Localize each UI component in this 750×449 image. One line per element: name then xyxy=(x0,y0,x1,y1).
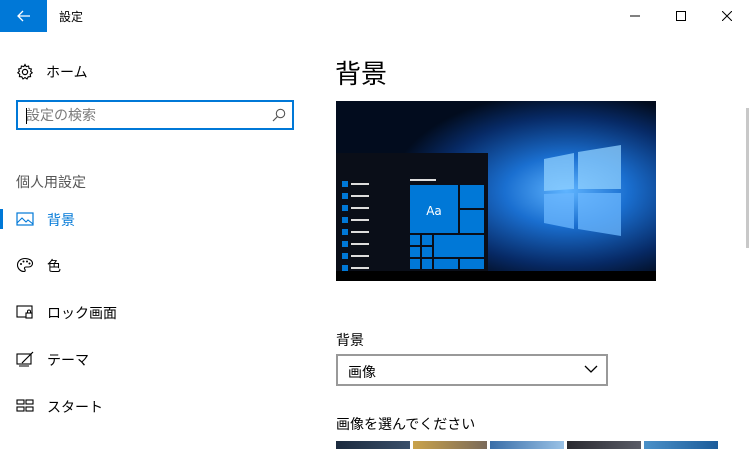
minimize-button[interactable] xyxy=(612,0,658,32)
picture-thumbnail[interactable] xyxy=(644,441,718,449)
sidebar-item-color[interactable]: 色 xyxy=(0,245,316,285)
minimize-icon xyxy=(630,15,640,17)
lock-screen-icon xyxy=(16,305,33,319)
sidebar-item-label: テーマ xyxy=(47,353,89,369)
background-preview: Aa xyxy=(336,101,656,281)
search-icon[interactable] xyxy=(272,108,286,122)
picture-thumbnail[interactable] xyxy=(336,441,410,449)
search-input[interactable] xyxy=(26,107,266,125)
picture-thumbnail[interactable] xyxy=(413,441,487,449)
back-button[interactable] xyxy=(0,0,47,32)
section-title: 個人用設定 xyxy=(16,175,86,191)
palette-icon xyxy=(16,257,34,273)
close-icon xyxy=(722,11,732,21)
theme-icon xyxy=(16,351,34,367)
maximize-button[interactable] xyxy=(658,0,704,32)
sidebar-item-background[interactable]: 背景 xyxy=(0,199,316,239)
sidebar-item-label: スタート xyxy=(47,400,103,416)
sidebar-item-start[interactable]: スタート xyxy=(0,386,316,426)
home-link[interactable]: ホーム xyxy=(16,62,88,82)
sidebar-item-label: 色 xyxy=(47,259,61,275)
page-title: 背景 xyxy=(335,60,388,90)
chevron-down-icon xyxy=(584,365,598,373)
window-title: 設定 xyxy=(59,10,84,24)
main-content: 背景 Aa 背景 画像 画像を選んでください xyxy=(316,32,750,449)
start-icon xyxy=(16,399,34,412)
dropdown-value: 画像 xyxy=(348,365,376,381)
scrollbar[interactable] xyxy=(746,108,749,248)
active-indicator xyxy=(0,209,3,229)
sidebar-item-theme[interactable]: テーマ xyxy=(0,339,316,379)
text-caret xyxy=(26,108,27,124)
gear-icon xyxy=(16,63,34,80)
sidebar-item-label: 背景 xyxy=(47,213,75,229)
sidebar-item-lock-screen[interactable]: ロック画面 xyxy=(0,292,316,332)
home-label: ホーム xyxy=(46,65,88,81)
picture-thumbnail[interactable] xyxy=(490,441,564,449)
title-bar: 設定 xyxy=(0,0,750,32)
sidebar-item-label: ロック画面 xyxy=(47,306,117,322)
sidebar: ホーム 個人用設定 背景 色 ロック画面 xyxy=(0,32,316,447)
maximize-icon xyxy=(676,11,686,21)
background-label: 背景 xyxy=(336,333,364,349)
picture-icon xyxy=(16,212,34,226)
search-box[interactable] xyxy=(16,100,294,130)
back-arrow-icon xyxy=(16,10,30,22)
background-type-dropdown[interactable]: 画像 xyxy=(336,354,608,386)
close-button[interactable] xyxy=(704,0,750,32)
choose-picture-label: 画像を選んでください xyxy=(336,417,476,433)
picture-thumbnail[interactable] xyxy=(567,441,641,449)
tile-text: Aa xyxy=(426,204,442,218)
